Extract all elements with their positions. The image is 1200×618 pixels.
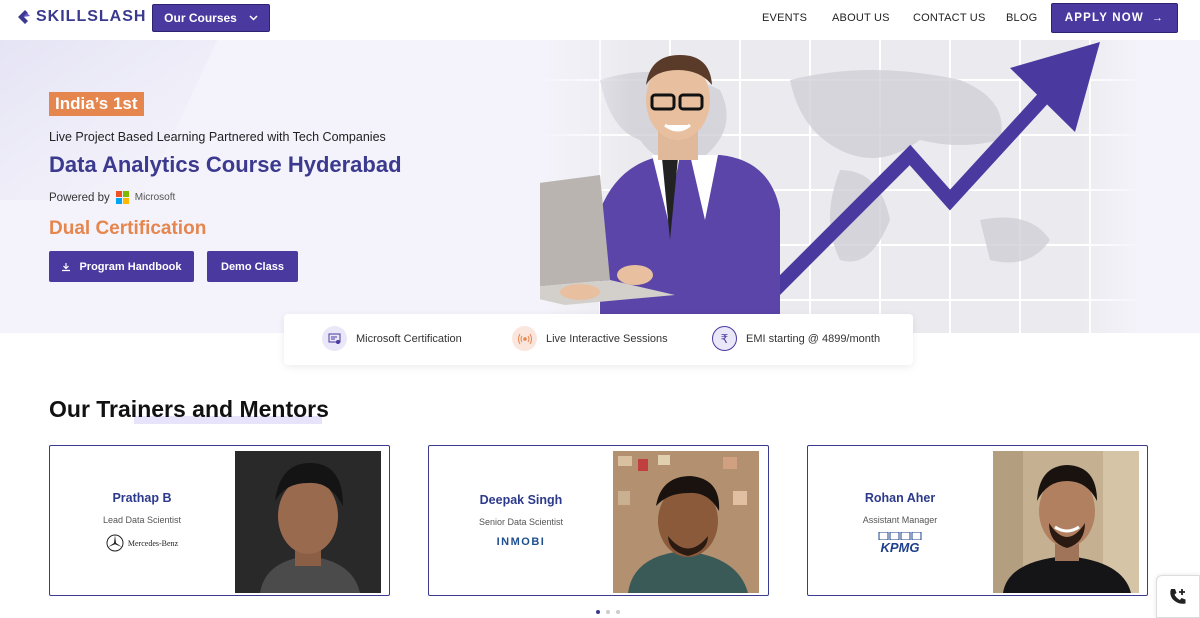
company-name: Mercedes-Benz	[127, 538, 179, 548]
apply-now-label: APPLY NOW	[1064, 12, 1144, 24]
carousel-dot[interactable]	[596, 610, 600, 614]
powered-by: Powered by Microsoft	[49, 191, 175, 204]
feature-item: Live Interactive Sessions	[512, 326, 668, 351]
mercedes-star-icon	[106, 534, 124, 552]
hero-title: Data Analytics Course Hyderabad	[49, 152, 402, 177]
feature-label: Live Interactive Sessions	[546, 332, 668, 345]
hero-section: India’s 1st Live Project Based Learning …	[0, 40, 1200, 333]
trainer-role: Lead Data Scientist	[102, 515, 182, 525]
microsoft-logo-icon	[115, 191, 129, 204]
trainer-role: Senior Data Scientist	[478, 517, 564, 527]
phone-plus-icon	[1170, 588, 1186, 604]
company-logo: Mercedes-Benz	[50, 534, 234, 552]
arrow-right-icon: →	[1151, 12, 1165, 24]
trainer-card[interactable]: Prathap B Lead Data Scientist Mercedes-B…	[49, 445, 390, 596]
nav-contact-us[interactable]: CONTACT US	[913, 12, 986, 24]
company-name: INMOBI	[496, 536, 546, 548]
apply-now-button[interactable]: APPLY NOW →	[1051, 3, 1178, 33]
feature-label: EMI starting @ 4899/month	[746, 332, 881, 345]
trainer-name: Deepak Singh	[479, 493, 563, 507]
trainer-card[interactable]: Rohan Aher Assistant Manager KPMG	[807, 445, 1148, 596]
trainers-section-title: Our Trainers and Mentors	[49, 396, 329, 422]
trainer-name: Prathap B	[112, 491, 172, 505]
certificate-icon	[322, 326, 347, 351]
trainer-photo	[613, 451, 759, 593]
nav-events[interactable]: EVENTS	[762, 12, 807, 24]
features-bar: Microsoft Certification Live Interactive…	[284, 314, 913, 365]
carousel-dot[interactable]	[606, 610, 610, 614]
logo-text: SKILLSLASH	[36, 8, 147, 25]
trainer-card[interactable]: Deepak Singh Senior Data Scientist INMOB…	[428, 445, 769, 596]
demo-class-button[interactable]: Demo Class	[207, 251, 298, 282]
company-name: KPMG	[880, 540, 920, 555]
download-icon	[62, 262, 71, 271]
hero-badge: India’s 1st	[49, 92, 144, 116]
feature-label: Microsoft Certification	[356, 332, 462, 345]
hero-subtitle: Live Project Based Learning Partnered wi…	[49, 130, 386, 144]
program-handbook-label: Program Handbook	[79, 260, 182, 273]
powered-by-label: Powered by	[49, 191, 110, 204]
program-handbook-button[interactable]: Program Handbook	[49, 251, 194, 282]
trainer-role: Assistant Manager	[862, 515, 938, 525]
our-courses-button[interactable]: Our Courses	[152, 4, 270, 32]
rupee-icon: ₹	[712, 326, 737, 351]
dual-certification: Dual Certification	[49, 218, 207, 239]
carousel-dots	[596, 610, 620, 614]
call-button[interactable]	[1156, 575, 1200, 618]
logo-mark-icon	[18, 10, 30, 24]
trainer-photo	[235, 451, 381, 593]
chevron-down-icon	[249, 15, 258, 21]
trainer-name: Rohan Aher	[864, 491, 936, 505]
nav-blog[interactable]: BLOG	[1006, 12, 1037, 24]
company-logo: KPMG	[808, 532, 992, 555]
broadcast-icon	[512, 326, 537, 351]
company-logo: INMOBI	[429, 536, 613, 548]
our-courses-label: Our Courses	[164, 11, 237, 25]
kpmg-boxes-icon	[878, 532, 922, 540]
demo-class-label: Demo Class	[221, 260, 284, 273]
feature-item: ₹ EMI starting @ 4899/month	[712, 326, 880, 351]
feature-item: Microsoft Certification	[322, 326, 462, 351]
site-header: SKILLSLASH Our Courses EVENTS ABOUT US C…	[0, 0, 1200, 40]
carousel-dot[interactable]	[616, 610, 620, 614]
nav-about-us[interactable]: ABOUT US	[832, 12, 890, 24]
trainer-photo	[993, 451, 1139, 593]
skillslash-logo[interactable]: SKILLSLASH	[16, 7, 146, 27]
hero-illustration	[540, 40, 1140, 333]
microsoft-brand: Microsoft	[134, 192, 176, 203]
